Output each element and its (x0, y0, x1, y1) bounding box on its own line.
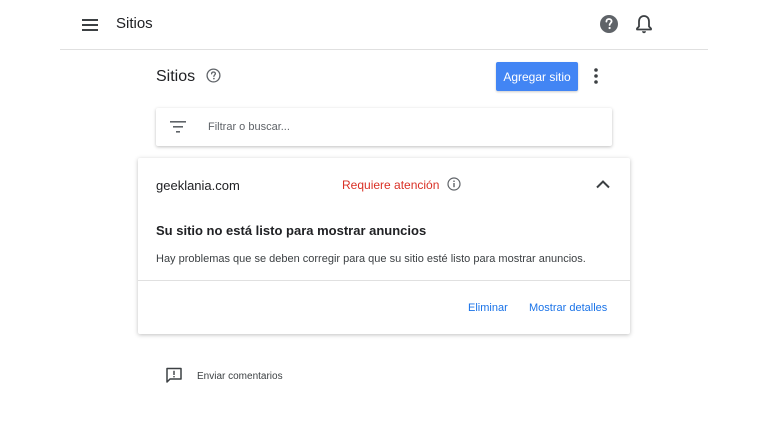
page-title: Sitios (156, 68, 196, 85)
top-app-bar: Sitios (60, 0, 708, 50)
chevron-up-icon[interactable] (595, 177, 611, 189)
remove-site-link[interactable]: Eliminar (468, 302, 508, 314)
more-vert-icon[interactable] (589, 66, 603, 86)
help-icon[interactable] (599, 14, 619, 34)
site-warning-description: Hay problemas que se deben corregir para… (156, 253, 586, 265)
info-icon[interactable] (447, 177, 461, 191)
menu-icon[interactable] (78, 13, 102, 37)
site-card: geeklania.com Requiere atención Su sitio… (138, 158, 630, 334)
feedback-label: Enviar comentarios (197, 371, 283, 382)
add-site-button[interactable]: Agregar sitio (496, 62, 578, 91)
card-divider (138, 280, 630, 281)
filter-icon[interactable] (170, 120, 186, 134)
filter-search-input[interactable] (206, 117, 596, 137)
bell-icon[interactable] (634, 13, 654, 35)
site-warning-heading: Su sitio no está listo para mostrar anun… (156, 223, 427, 238)
feedback-icon (165, 367, 183, 384)
site-name: geeklania.com (156, 178, 240, 193)
show-details-link[interactable]: Mostrar detalles (529, 302, 607, 314)
site-status: Requiere atención (342, 178, 440, 192)
filter-bar (156, 108, 612, 146)
app-title: Sitios (116, 15, 153, 32)
help-outline-icon[interactable] (206, 68, 221, 83)
